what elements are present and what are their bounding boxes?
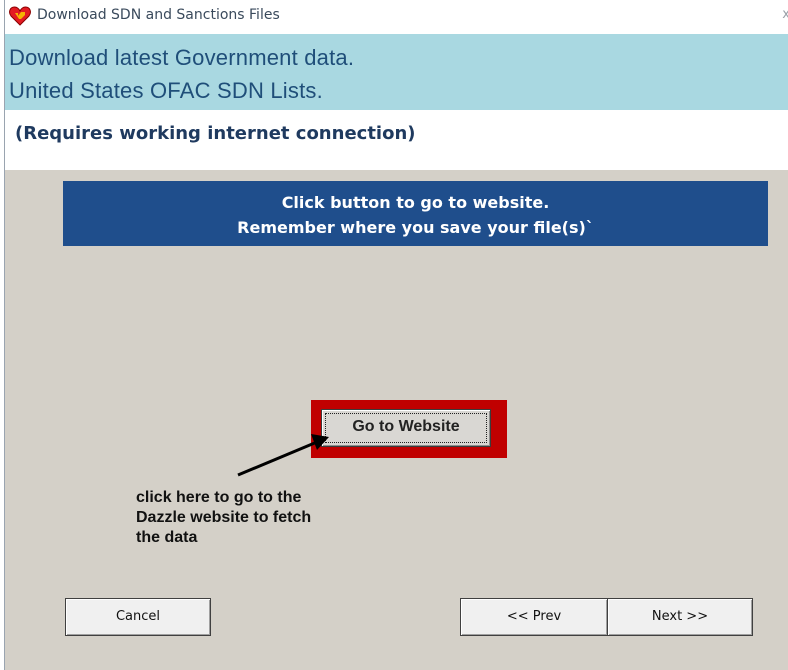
- hint-line-2: Dazzle website to fetch: [136, 509, 312, 526]
- title-bar: Download SDN and Sanctions Files x: [5, 0, 788, 34]
- instruction-banner: Click button to go to website. Remember …: [63, 181, 768, 246]
- close-icon[interactable]: x: [782, 7, 788, 22]
- requirement-note: (Requires working internet connection): [15, 123, 416, 144]
- header-title: Download latest Government data.: [9, 45, 355, 70]
- hint-line-3: the data: [136, 529, 198, 546]
- hint-text: click here to go to the Dazzle website t…: [136, 488, 396, 548]
- banner-line-2: Remember where you save your file(s)`: [237, 218, 594, 237]
- subheader: (Requires working internet connection): [5, 110, 788, 170]
- heart-icon: [9, 6, 31, 26]
- header-band: Download latest Government data. United …: [5, 34, 788, 110]
- hint-line-1: click here to go to the: [136, 489, 302, 506]
- go-to-website-button[interactable]: Go to Website: [321, 409, 491, 447]
- prev-button[interactable]: << Prev: [460, 598, 608, 636]
- window-title: Download SDN and Sanctions Files: [37, 7, 280, 23]
- wizard-window: Download SDN and Sanctions Files x Downl…: [4, 0, 788, 670]
- cancel-button[interactable]: Cancel: [65, 598, 211, 636]
- header-subtitle: United States OFAC SDN Lists.: [9, 78, 323, 103]
- banner-line-1: Click button to go to website.: [281, 193, 550, 212]
- next-button[interactable]: Next >>: [607, 598, 753, 636]
